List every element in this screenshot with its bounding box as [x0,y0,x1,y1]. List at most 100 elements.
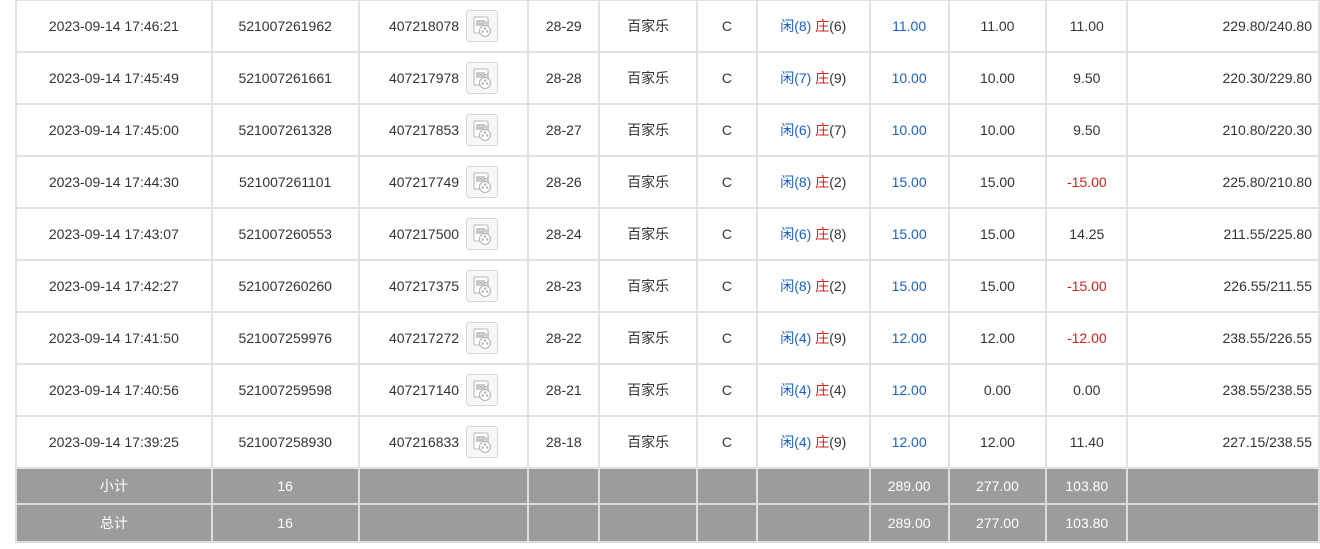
banker-label: 庄 [815,434,830,450]
banker-result: 庄 [815,122,829,138]
bet-time-cell: 2023-09-14 17:45:00 [15,103,213,157]
bet-amount-cell: 12.00 [868,363,950,417]
shoe-round-cell: 28-24 [527,207,601,261]
table-row: 2023-09-14 17:41:50 521007259976 4072172… [15,311,1320,365]
shoe-round-cell: 28-27 [527,103,601,157]
player-result: 闲(8) [780,278,811,294]
video-replay-icon[interactable] [465,322,498,354]
banker-result: 庄 [815,70,829,86]
player-points: (4) [794,330,812,346]
win-loss-cell: -12.00 [1045,311,1129,365]
bet-amount-cell: 12.00 [868,415,950,469]
result-cell: 闲(7) 庄(9) [755,51,871,105]
video-replay-icon[interactable] [465,374,498,406]
table-row: 2023-09-14 17:43:07 521007260553 4072175… [15,207,1320,261]
player-points: (8) [794,278,812,294]
table-code-cell: C [696,207,758,261]
total-empty-cell [598,503,699,543]
banker-result: 庄 [815,226,829,242]
valid-bet-cell: 10.00 [947,103,1048,157]
banker-points: (9) [829,330,847,346]
player-points: (7) [794,70,812,86]
order-number-cell: 521007259598 [210,363,360,417]
round-number: 407216833 [388,434,460,450]
video-replay-icon[interactable] [465,114,498,146]
player-label: 闲 [780,174,795,190]
total-bet: 289.00 [868,503,950,543]
balance-cell: 227.15/238.55 [1126,415,1320,469]
banker-result: 庄 [815,330,829,346]
valid-bet-cell: 12.00 [947,415,1048,469]
bet-amount-cell: 12.00 [868,311,950,365]
banker-result: 庄 [815,18,829,34]
round-number: 407218078 [388,18,460,34]
win-loss-cell: 0.00 [1045,363,1129,417]
result-cell: 闲(4) 庄(9) [755,415,871,469]
round-number: 407217140 [388,382,460,398]
player-result: 闲(4) [780,382,811,398]
shoe-round-cell: 28-26 [527,155,601,209]
table-row: 2023-09-14 17:46:21 521007261962 4072180… [15,0,1320,53]
game-type-cell: 百家乐 [598,103,699,157]
valid-bet-cell: 10.00 [947,51,1048,105]
round-number-cell: 407217272 [357,311,530,365]
player-label: 闲 [780,382,795,398]
video-replay-icon[interactable] [465,62,498,94]
game-type-cell: 百家乐 [598,415,699,469]
round-number: 407217272 [388,330,460,346]
subtotal-bet: 289.00 [868,467,950,505]
total-win-loss: 103.80 [1045,503,1129,543]
total-empty-cell [357,503,530,543]
order-number-cell: 521007260553 [210,207,360,261]
video-replay-icon[interactable] [465,426,498,458]
game-type-cell: 百家乐 [598,311,699,365]
subtotal-empty-cell [527,467,601,505]
result-cell: 闲(4) 庄(4) [755,363,871,417]
result-cell: 闲(8) 庄(2) [755,155,871,209]
round-number-cell: 407217375 [357,259,530,313]
banker-result: 庄 [815,174,829,190]
banker-result: 庄 [815,278,829,294]
video-replay-icon[interactable] [465,166,498,198]
video-replay-icon[interactable] [465,218,498,250]
video-replay-icon[interactable] [465,10,498,42]
player-label: 闲 [780,122,795,138]
player-label: 闲 [780,434,795,450]
banker-label: 庄 [815,70,830,86]
banker-result: 庄 [815,382,829,398]
order-number-cell: 521007261101 [210,155,360,209]
subtotal-empty-cell [696,467,758,505]
bet-time-cell: 2023-09-14 17:46:21 [15,0,213,53]
round-number-cell: 407216833 [357,415,530,469]
player-points: (6) [794,226,812,242]
banker-points: (4) [829,382,847,398]
balance-cell: 229.80/240.80 [1126,0,1320,53]
player-label: 闲 [780,226,795,242]
balance-cell: 238.55/226.55 [1126,311,1320,365]
player-label: 闲 [780,330,795,346]
bet-records-table: 2023-09-14 17:46:21 521007261962 4072180… [15,0,1320,543]
result-cell: 闲(8) 庄(6) [755,0,871,53]
banker-points: (8) [829,226,847,242]
balance-cell: 211.55/225.80 [1126,207,1320,261]
table-code-cell: C [696,311,758,365]
round-number-cell: 407217500 [357,207,530,261]
bet-amount-cell: 15.00 [868,259,950,313]
valid-bet-cell: 12.00 [947,311,1048,365]
subtotal-valid-bet: 277.00 [947,467,1048,505]
subtotal-label: 小计 [15,467,213,505]
round-number-cell: 407217978 [357,51,530,105]
banker-result: 庄 [815,434,829,450]
subtotal-empty-cell [598,467,699,505]
player-points: (6) [794,122,812,138]
bet-time-cell: 2023-09-14 17:42:27 [15,259,213,313]
table-code-cell: C [696,363,758,417]
win-loss-cell: 11.40 [1045,415,1129,469]
player-points: (4) [794,434,812,450]
video-replay-icon[interactable] [465,270,498,302]
subtotal-count: 16 [210,467,360,505]
total-label: 总计 [15,503,213,543]
banker-points: (2) [829,278,847,294]
shoe-round-cell: 28-23 [527,259,601,313]
banker-points: (9) [829,70,847,86]
